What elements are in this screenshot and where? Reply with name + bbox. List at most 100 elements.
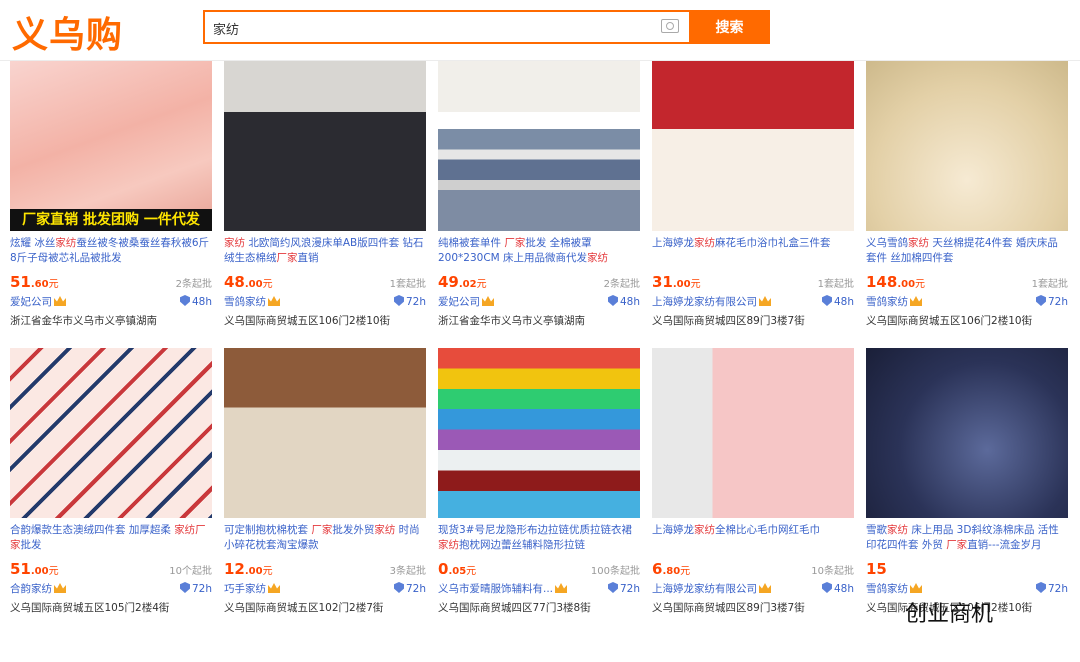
price: 31.00元 [652,273,701,291]
crown-icon [268,583,280,593]
shop-address: 义乌国际商贸城五区106门2楼10街 [866,315,1033,327]
shield-icon [1035,295,1046,306]
min-order: 2条起批 [175,279,212,290]
watermark: 创业商机 [905,602,994,627]
min-order: 1套起批 [389,279,426,290]
product-image[interactable] [866,348,1068,518]
price: 0.05元 [438,560,477,578]
shop-address: 义乌国际商贸城五区106门2楼10街 [224,315,391,327]
shield-icon [179,582,190,593]
shop-name[interactable]: 雪鸽家纺 [866,296,908,308]
product-title[interactable]: 家纺 北欧简约风浪漫床单AB版四件套 钻石绒生态棉绒厂家直销 [224,236,426,266]
ship-time: 72h [607,582,640,595]
product-card[interactable]: 上海婷龙家纺全棉比心毛巾网红毛巾 6.80元 10条起批 上海婷龙家纺有限公司 4… [652,348,854,615]
search-box[interactable] [203,10,689,44]
crown-icon [54,583,66,593]
price: 6.80元 [652,560,691,578]
shop-address: 浙江省金华市义乌市义亭镇湖南 [10,315,157,327]
product-title[interactable]: 现货3#号尼龙隐形布边拉链优质拉链衣裙家纺抱枕网边蕾丝辅料隐形拉链 [438,523,640,553]
shield-icon [821,295,832,306]
crown-icon [54,296,66,306]
ship-time: 72h [393,295,426,308]
product-image[interactable] [652,348,854,518]
min-order: 10条起批 [811,566,854,577]
product-title[interactable]: 雪歌家纺 床上用品 3D斜纹涤棉床品 活性印花四件套 外贸 厂家直销---流金岁… [866,523,1068,553]
shop-address: 义乌国际商贸城四区77门3楼8街 [438,602,591,614]
price: 12.00元 [224,560,273,578]
shop-name[interactable]: 爱妃公司 [10,296,52,308]
product-title[interactable]: 上海婷龙家纺全棉比心毛巾网红毛巾 [652,523,854,553]
product-image[interactable]: 厂家直销 批发团购 一件代发 [10,61,212,231]
price: 51.00元 [10,560,59,578]
product-card[interactable]: 合韵爆款生态澳绒四件套 加厚超柔 家纺厂家批发 51.00元 10个起批 合韵家纺… [10,348,212,615]
product-title[interactable]: 上海婷龙家纺麻花毛巾浴巾礼盒三件套 [652,236,854,266]
product-card[interactable]: 雪歌家纺 床上用品 3D斜纹涤棉床品 活性印花四件套 外贸 厂家直销---流金岁… [866,348,1068,615]
product-card[interactable]: 现货3#号尼龙隐形布边拉链优质拉链衣裙家纺抱枕网边蕾丝辅料隐形拉链 0.05元 1… [438,348,640,615]
ship-time: 72h [393,582,426,595]
shop-name[interactable]: 雪鸽家纺 [224,296,266,308]
min-order: 2条起批 [603,279,640,290]
shield-icon [607,582,618,593]
crown-icon [910,583,922,593]
site-logo[interactable]: 义乌购 [12,6,123,58]
price: 48.00元 [224,273,273,291]
ship-time: 48h [179,295,212,308]
shop-address: 义乌国际商贸城四区89门3楼7街 [652,315,805,327]
ship-time: 72h [1035,582,1068,595]
camera-icon[interactable] [661,19,679,33]
search-button[interactable]: 搜索 [689,10,770,44]
ship-time: 48h [821,582,854,595]
price: 51.60元 [10,273,59,291]
shield-icon [179,295,190,306]
header: 义乌购 搜索 [0,0,1080,61]
ship-time: 72h [179,582,212,595]
product-image[interactable] [652,61,854,231]
product-title[interactable]: 合韵爆款生态澳绒四件套 加厚超柔 家纺厂家批发 [10,523,212,553]
min-order: 100条起批 [590,566,640,577]
promo-banner: 厂家直销 批发团购 一件代发 [10,209,212,231]
product-image[interactable] [224,61,426,231]
product-title[interactable]: 纯棉被套单件 厂家批发 全棉被罩200*230CM 床上用品微商代发家纺 [438,236,640,266]
product-card[interactable]: 纯棉被套单件 厂家批发 全棉被罩200*230CM 床上用品微商代发家纺 49.… [438,61,640,328]
product-title[interactable]: 可定制抱枕棉枕套 厂家批发外贸家纺 时尚小碎花枕套淘宝爆款 [224,523,426,553]
product-card[interactable]: 上海婷龙家纺麻花毛巾浴巾礼盒三件套 31.00元 1套起批 上海婷龙家纺有限公司 … [652,61,854,328]
product-card[interactable]: 可定制抱枕棉枕套 厂家批发外贸家纺 时尚小碎花枕套淘宝爆款 12.00元 3条起批… [224,348,426,615]
ship-time: 48h [821,295,854,308]
shield-icon [393,582,404,593]
product-image[interactable] [10,348,212,518]
product-image[interactable] [866,61,1068,231]
shop-name[interactable]: 雪鸽家纺 [866,583,908,595]
product-card[interactable]: 家纺 北欧简约风浪漫床单AB版四件套 钻石绒生态棉绒厂家直销 48.00元 1套起… [224,61,426,328]
product-image[interactable] [438,348,640,518]
product-image[interactable] [224,348,426,518]
shield-icon [1035,582,1046,593]
shop-name[interactable]: 爱妃公司 [438,296,480,308]
min-order: 1套起批 [1031,279,1068,290]
min-order: 3条起批 [389,566,426,577]
crown-icon [759,583,771,593]
price: 15 [866,560,887,578]
min-order: 10个起批 [169,566,212,577]
shield-icon [393,295,404,306]
product-title[interactable]: 炫耀 冰丝家纺蚕丝被冬被桑蚕丝春秋被6斤8斤子母被芯礼品被批发 [10,236,212,266]
price: 148.00元 [866,273,926,291]
product-card[interactable]: 厂家直销 批发团购 一件代发 炫耀 冰丝家纺蚕丝被冬被桑蚕丝春秋被6斤8斤子母被… [10,61,212,328]
shield-icon [607,295,618,306]
search-input[interactable] [211,16,655,40]
product-card[interactable]: 义乌雪鸽家纺 天丝棉提花4件套 婚庆床品套件 丝加棉四件套 148.00元 1套起… [866,61,1068,328]
shop-name[interactable]: 巧手家纺 [224,583,266,595]
product-title[interactable]: 义乌雪鸽家纺 天丝棉提花4件套 婚庆床品套件 丝加棉四件套 [866,236,1068,266]
shop-address: 浙江省金华市义乌市义亭镇湖南 [438,315,585,327]
crown-icon [910,296,922,306]
crown-icon [555,583,568,593]
ship-time: 48h [607,295,640,308]
shop-address: 义乌国际商贸城五区102门2楼7街 [224,602,384,614]
product-image[interactable] [438,61,640,231]
crown-icon [482,296,494,306]
shop-name[interactable]: 上海婷龙家纺有限公司 [652,296,757,308]
min-order: 1套起批 [817,279,854,290]
shop-name[interactable]: 上海婷龙家纺有限公司 [652,583,757,595]
shop-name[interactable]: 义乌市爱晴服饰辅料有... [438,583,553,595]
crown-icon [759,296,771,306]
shop-name[interactable]: 合韵家纺 [10,583,52,595]
